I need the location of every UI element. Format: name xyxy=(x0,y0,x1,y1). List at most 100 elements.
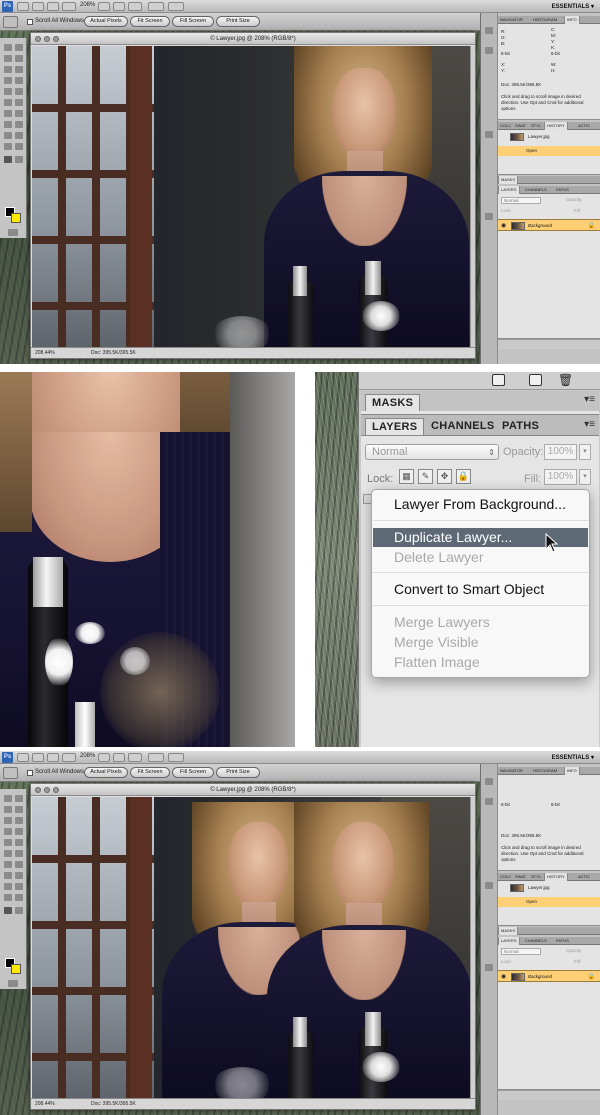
tab-channels[interactable]: CHANNELS xyxy=(425,418,501,435)
tab-swatches[interactable]: SWAT xyxy=(513,122,528,130)
tab-swatches[interactable]: SWAT xyxy=(513,873,528,881)
3d-orbit-tool-icon[interactable] xyxy=(15,143,23,150)
hand-tool-preset-icon[interactable] xyxy=(3,16,18,28)
3d-rotate-tool-icon[interactable] xyxy=(4,143,12,150)
bridge-icon[interactable] xyxy=(17,2,29,11)
background-color-swatch[interactable] xyxy=(11,964,21,974)
tab-navigator[interactable]: NAVIGATOR xyxy=(498,767,525,775)
mini-bridge-icon[interactable] xyxy=(32,753,44,762)
tab-masks[interactable]: MASKS xyxy=(365,394,421,411)
panel-layers-icon[interactable] xyxy=(485,964,493,971)
move-tool-icon[interactable] xyxy=(4,44,12,51)
trash-icon[interactable]: 🗑 xyxy=(558,374,573,386)
tab-navigator[interactable]: NAVIGATOR xyxy=(498,16,525,24)
menu-item-layer-from-background[interactable]: Lawyer From Background... xyxy=(373,495,588,514)
quick-select-tool-icon[interactable] xyxy=(15,806,23,813)
arrange-documents-icon[interactable] xyxy=(148,753,164,762)
lock-transparency-icon[interactable]: ▦ xyxy=(399,469,414,484)
eyedropper-tool-icon[interactable] xyxy=(15,817,23,824)
zoom-tool-icon[interactable] xyxy=(15,907,23,914)
marquee-tool-icon[interactable] xyxy=(15,44,23,51)
tab-masks[interactable]: MASKS xyxy=(498,927,519,935)
blend-mode-select[interactable]: Normal xyxy=(501,197,541,204)
dodge-tool-icon[interactable] xyxy=(15,110,23,117)
gradient-tool-icon[interactable] xyxy=(15,850,23,857)
tab-layers[interactable]: LAYERS xyxy=(498,186,520,194)
tab-channels[interactable]: CHANNELS xyxy=(523,186,549,194)
quick-mask-icon[interactable] xyxy=(8,980,18,987)
minimize-window-icon[interactable] xyxy=(44,787,50,793)
actual-pixels-button[interactable]: Actual Pixels xyxy=(84,16,128,27)
history-brush-tool-icon[interactable] xyxy=(15,88,23,95)
fill-screen-button[interactable]: Fill Screen xyxy=(172,767,214,778)
tab-actions[interactable]: ACTIC xyxy=(576,122,592,130)
lock-position-icon[interactable]: ✥ xyxy=(437,469,452,484)
panel-history-icon[interactable] xyxy=(485,882,493,889)
tab-history[interactable]: HISTORY xyxy=(544,873,568,881)
blend-mode-select[interactable]: Normal ⇕ xyxy=(365,444,499,460)
menu-item-convert-smart-object[interactable]: Convert to Smart Object xyxy=(373,580,588,599)
menu-item-merge-layers[interactable]: Merge Lawyers xyxy=(373,613,588,632)
layers-panel-menu-icon[interactable]: ▾≡ xyxy=(584,419,595,430)
screen-mode-icon[interactable] xyxy=(168,2,184,11)
stamp-tool-icon[interactable] xyxy=(4,88,12,95)
panel-navigator-icon[interactable] xyxy=(485,27,493,34)
dodge-tool-icon[interactable] xyxy=(15,861,23,868)
brush-tool-icon[interactable] xyxy=(15,828,23,835)
quick-select-tool-icon[interactable] xyxy=(15,55,23,62)
path-select-tool-icon[interactable] xyxy=(4,883,12,890)
image-canvas[interactable] xyxy=(32,797,471,1099)
3d-orbit-tool-icon[interactable] xyxy=(15,894,23,901)
type-tool-icon[interactable] xyxy=(15,872,23,879)
tab-history[interactable]: HISTORY xyxy=(544,122,568,130)
masks-panel-menu-icon[interactable]: ▾≡ xyxy=(584,394,595,405)
hand-tool-icon[interactable] xyxy=(4,907,12,914)
document-size-info[interactable]: Doc: 395.5K/395.5K xyxy=(91,348,136,358)
bridge-icon[interactable] xyxy=(17,753,29,762)
layer-visibility-eye-icon[interactable]: ◉ xyxy=(501,223,506,229)
eyedropper-tool-icon[interactable] xyxy=(15,66,23,73)
panel-history-icon[interactable] xyxy=(485,131,493,138)
blur-tool-icon[interactable] xyxy=(4,110,12,117)
scroll-all-windows-checkbox[interactable] xyxy=(27,19,33,25)
tab-actions[interactable]: ACTIC xyxy=(576,873,592,881)
type-tool-icon[interactable] xyxy=(15,121,23,128)
layer-row-background[interactable]: ◉ Background 🔒 xyxy=(498,970,600,982)
history-snapshot-name[interactable]: Lawyer.jpg xyxy=(528,885,550,891)
close-window-icon[interactable] xyxy=(35,787,41,793)
tab-paths[interactable]: PATHS xyxy=(554,186,571,194)
zoom-tool-icon[interactable] xyxy=(15,156,23,163)
workspace-switcher[interactable]: ESSENTIALS ▾ xyxy=(552,754,594,761)
zoom-window-icon[interactable] xyxy=(53,36,59,42)
camera-icon[interactable] xyxy=(529,374,542,386)
background-color-swatch[interactable] xyxy=(11,213,21,223)
screen-mode-icon[interactable] xyxy=(168,753,184,762)
document-title-bar[interactable]: © Lawyer.jpg @ 208% (RGB/8*) xyxy=(31,784,475,796)
rotate-view-icon[interactable] xyxy=(128,2,142,11)
fit-screen-button[interactable]: Fit Screen xyxy=(130,16,170,27)
tab-channels[interactable]: CHANNELS xyxy=(523,937,549,945)
tab-paths[interactable]: PATHS xyxy=(496,418,545,435)
eraser-tool-icon[interactable] xyxy=(4,850,12,857)
tab-styles[interactable]: STYL xyxy=(529,122,543,130)
menu-item-flatten-image[interactable]: Flatten Image xyxy=(373,653,588,672)
hand-tool-preset-icon[interactable] xyxy=(3,767,18,779)
tab-info[interactable]: INFO xyxy=(564,16,580,24)
hand-tool-icon[interactable] xyxy=(4,156,12,163)
marquee-tool-icon[interactable] xyxy=(15,795,23,802)
vertical-scrollbar[interactable] xyxy=(470,46,475,348)
lasso-tool-icon[interactable] xyxy=(4,55,12,62)
history-state-open[interactable]: Open xyxy=(498,897,600,907)
history-state-open[interactable]: Open xyxy=(498,146,600,156)
gradient-tool-icon[interactable] xyxy=(15,99,23,106)
move-tool-icon[interactable] xyxy=(4,795,12,802)
layer-row-background[interactable]: ◉ Background 🔒 xyxy=(498,219,600,231)
zoom-percentage[interactable]: 208.44% xyxy=(35,1099,55,1109)
image-canvas[interactable] xyxy=(32,46,471,348)
crop-tool-icon[interactable] xyxy=(4,66,12,73)
panel-info-icon[interactable] xyxy=(485,47,493,54)
panel-navigator-icon[interactable] xyxy=(485,778,493,785)
menu-item-merge-visible[interactable]: Merge Visible xyxy=(373,633,588,652)
tab-paths[interactable]: PATHS xyxy=(554,937,571,945)
mini-bridge-icon[interactable] xyxy=(32,2,44,11)
